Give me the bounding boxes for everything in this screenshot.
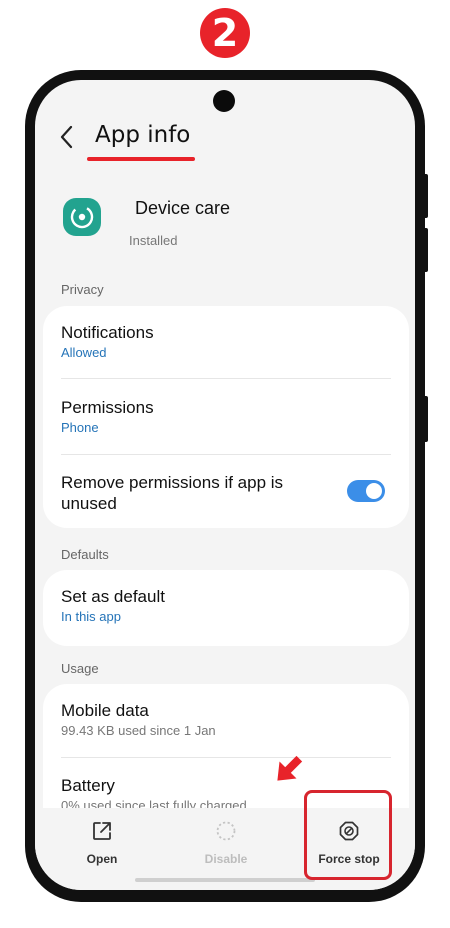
set-as-default-item[interactable]: Set as default In this app <box>61 586 391 624</box>
title-underline-annotation <box>87 157 195 161</box>
open-external-icon <box>93 822 111 840</box>
volume-down-button <box>422 228 428 272</box>
mobile-data-title: Mobile data <box>61 701 149 720</box>
remove-permissions-toggle[interactable] <box>347 480 385 502</box>
mobile-data-item[interactable]: Mobile data 99.43 KB used since 1 Jan <box>61 700 391 738</box>
notifications-subtitle: Allowed <box>61 345 107 360</box>
divider <box>61 454 391 455</box>
volume-up-button <box>422 174 428 218</box>
arrow-icon <box>277 755 303 781</box>
power-button <box>422 396 428 442</box>
divider <box>61 757 391 758</box>
mobile-data-subtitle: 99.43 KB used since 1 Jan <box>61 723 216 738</box>
device-care-icon <box>63 198 101 236</box>
back-icon[interactable] <box>57 122 77 152</box>
disable-icon <box>216 821 236 841</box>
section-header-privacy: Privacy <box>61 282 104 297</box>
front-camera <box>213 90 235 112</box>
app-name: Device care <box>135 198 231 218</box>
force-stop-highlight-box <box>304 790 392 880</box>
permissions-subtitle: Phone <box>61 420 99 435</box>
privacy-card: Notifications Allowed Permissions Phone … <box>43 306 409 528</box>
notifications-item[interactable]: Notifications Allowed <box>61 322 391 360</box>
toggle-knob <box>366 483 382 499</box>
open-button[interactable]: Open <box>52 820 152 866</box>
set-as-default-title: Set as default <box>61 587 165 606</box>
notifications-title: Notifications <box>61 323 154 342</box>
phone-screen: App info Device care Installed Privacy N… <box>35 80 415 890</box>
disable-button[interactable]: Disable <box>176 820 276 866</box>
disable-label: Disable <box>204 852 248 866</box>
divider <box>61 378 391 379</box>
section-header-defaults: Defaults <box>61 547 109 562</box>
defaults-card: Set as default In this app <box>43 570 409 646</box>
permissions-title: Permissions <box>61 398 154 417</box>
step-number-badge: 2 <box>200 8 250 58</box>
page-title: App info <box>95 122 191 148</box>
remove-permissions-item[interactable]: Remove permissions if app is unused <box>61 472 391 514</box>
set-as-default-subtitle: In this app <box>61 609 121 624</box>
section-header-usage: Usage <box>61 661 99 676</box>
home-indicator <box>135 878 315 882</box>
permissions-item[interactable]: Permissions Phone <box>61 397 391 435</box>
app-status: Installed <box>129 233 178 248</box>
open-label: Open <box>86 852 118 866</box>
remove-permissions-title: Remove permissions if app is unused <box>61 473 284 513</box>
